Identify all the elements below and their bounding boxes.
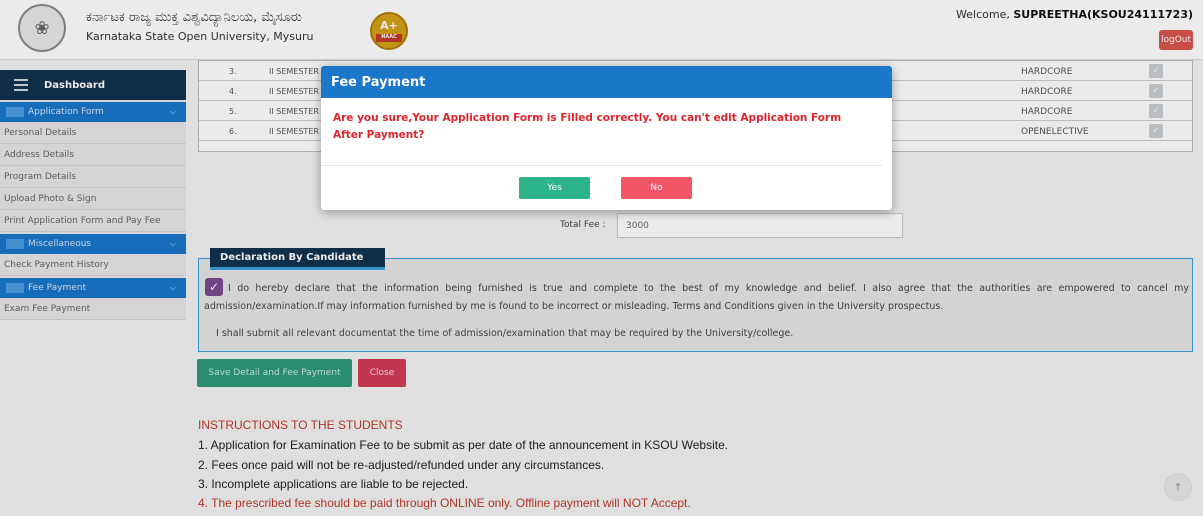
fee-payment-modal: Fee Payment Are you sure,Your Applicatio… xyxy=(321,66,892,210)
modal-message: Are you sure,Your Application Form is Fi… xyxy=(333,112,842,141)
no-button[interactable]: No xyxy=(621,177,692,199)
modal-body: Are you sure,Your Application Form is Fi… xyxy=(321,98,882,166)
modal-title: Fee Payment xyxy=(321,66,892,98)
yes-button[interactable]: Yes xyxy=(519,177,590,199)
